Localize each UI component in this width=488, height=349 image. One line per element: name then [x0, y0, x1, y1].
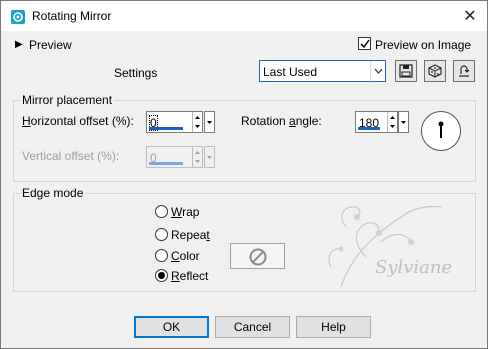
edge-repeat-radio[interactable]	[155, 228, 168, 241]
reset-defaults-button[interactable]	[453, 60, 475, 82]
rotation-angle-label-post: ngle:	[295, 114, 322, 128]
edge-wrap-label[interactable]: Wrap	[171, 205, 199, 219]
edge-color-label-accel: C	[171, 249, 180, 263]
chevron-down-icon[interactable]	[370, 61, 385, 81]
horizontal-offset-label: Horizontal offset (%):	[22, 114, 134, 128]
preview-expand-icon[interactable]: ▶	[15, 39, 23, 50]
edge-color-radio[interactable]	[155, 249, 168, 262]
preview-toggle-label[interactable]: Preview	[29, 38, 72, 52]
window-title: Rotating Mirror	[32, 9, 112, 23]
rotation-dial[interactable]	[421, 111, 461, 151]
vertical-offset-spinner	[192, 147, 202, 167]
help-button[interactable]: Help	[296, 316, 371, 338]
vertical-offset-bar	[149, 162, 183, 165]
horizontal-offset-label-accel: H	[22, 114, 31, 128]
horizontal-offset-slider-button[interactable]	[204, 111, 215, 133]
no-entry-icon	[249, 248, 267, 266]
edge-repeat-label-accel: t	[206, 228, 210, 242]
edge-wrap-label-accel: W	[171, 205, 183, 219]
rotation-angle-slider-button[interactable]	[398, 111, 409, 133]
vertical-offset-label: Vertical offset (%):	[22, 149, 120, 163]
close-button[interactable]: ✕	[457, 5, 483, 27]
rotation-angle-input[interactable]: 180	[355, 111, 398, 133]
edge-repeat-label-pre: Repea	[171, 228, 207, 242]
settings-label: Settings	[114, 66, 158, 80]
edge-reflect-label-accel: R	[171, 269, 180, 283]
ok-button[interactable]: OK	[134, 316, 209, 338]
preview-on-image-checkbox[interactable]	[358, 37, 371, 50]
rotation-angle-label-accel: a	[289, 114, 296, 128]
edge-wrap-label-post: rap	[182, 205, 200, 219]
horizontal-offset-label-post: orizontal offset (%):	[30, 114, 134, 128]
horizontal-offset-input[interactable]: 0	[146, 111, 203, 133]
vertical-offset-input: 0	[146, 146, 203, 168]
edge-reflect-label-post: eflect	[179, 269, 209, 283]
floppy-disk-icon	[399, 64, 413, 78]
title-bar: Rotating Mirror ✕	[1, 1, 487, 31]
edge-reflect-radio[interactable]	[155, 269, 168, 282]
edge-mode-title: Edge mode	[20, 186, 86, 200]
rotation-angle-label-pre: Rotation	[241, 114, 290, 128]
horizontal-offset-spinner[interactable]	[192, 112, 202, 132]
preset-value: Last Used	[263, 65, 318, 79]
save-preset-button[interactable]	[395, 60, 417, 82]
edge-wrap-radio[interactable]	[155, 205, 168, 218]
preset-dropdown[interactable]: Last Used	[259, 60, 386, 82]
rotation-angle-label: Rotation angle:	[241, 114, 322, 128]
dice-icon	[428, 64, 442, 78]
mirror-placement-title: Mirror placement	[20, 93, 115, 107]
edge-color-swatch[interactable]	[230, 243, 285, 269]
rotation-angle-spinner[interactable]	[387, 112, 397, 132]
cancel-button[interactable]: Cancel	[215, 316, 290, 338]
edge-color-label[interactable]: Color	[171, 249, 200, 263]
app-icon	[10, 9, 26, 25]
angle-indicator-icon	[438, 121, 444, 138]
dropdown-arrow-icon	[207, 156, 212, 159]
preview-on-image-label: Preview on Image	[375, 38, 472, 52]
edge-reflect-label[interactable]: Reflect	[171, 269, 208, 283]
watermark-text: Sylviane	[375, 257, 453, 278]
rotation-angle-bar	[358, 127, 380, 130]
dropdown-arrow-icon	[401, 121, 406, 124]
edge-color-label-post: olor	[179, 249, 200, 263]
dropdown-arrow-icon	[207, 121, 212, 124]
checkmark-icon	[360, 39, 370, 49]
horizontal-offset-bar	[149, 127, 183, 130]
edge-repeat-label[interactable]: Repeat	[171, 228, 210, 242]
reset-icon	[459, 65, 470, 77]
randomize-button[interactable]	[424, 60, 446, 82]
vertical-offset-slider-button	[204, 146, 215, 168]
dialog-window: Rotating Mirror ✕ ▶ Preview Preview on I…	[0, 0, 488, 349]
